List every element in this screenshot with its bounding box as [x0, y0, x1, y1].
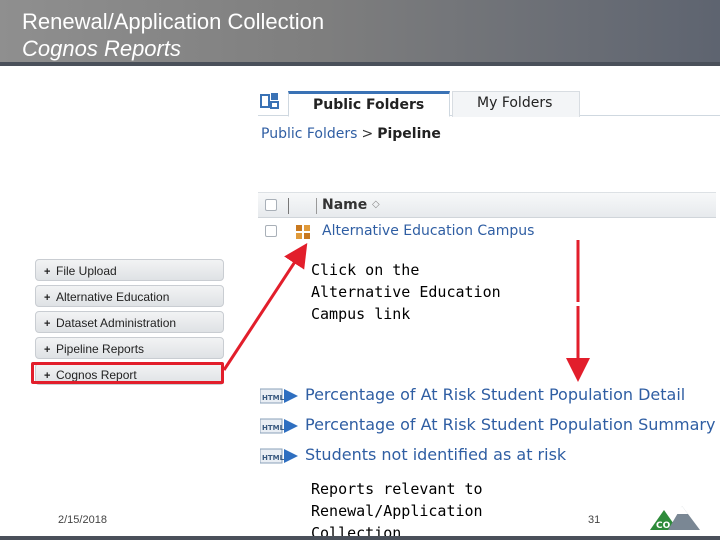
- report-link-not-identified[interactable]: Students not identified as at risk: [305, 445, 566, 464]
- expand-icon: +: [44, 344, 51, 356]
- slide-page-number: 31: [588, 514, 601, 526]
- svg-text:HTML: HTML: [262, 394, 285, 402]
- logo-text: CO: [656, 521, 671, 531]
- html-report-icon: HTML: [260, 448, 298, 464]
- tab-my-folders[interactable]: My Folders: [452, 91, 580, 117]
- slide-header: Renewal/Application Collection Cognos Re…: [0, 0, 720, 66]
- row-checkbox[interactable]: [265, 225, 277, 237]
- slide-title: Renewal/Application Collection: [22, 9, 325, 34]
- content-view-icon[interactable]: [260, 92, 280, 110]
- nav-item-label: Pipeline Reports: [56, 342, 145, 356]
- slide-date: 2/15/2018: [58, 514, 107, 526]
- nav-item-dataset-administration[interactable]: + Dataset Administration: [35, 311, 224, 333]
- select-all-checkbox[interactable]: [265, 199, 277, 211]
- package-icon: [296, 225, 310, 239]
- expand-icon: +: [44, 266, 51, 278]
- svg-text:HTML: HTML: [262, 424, 285, 432]
- svg-text:HTML: HTML: [262, 454, 285, 462]
- click-instruction-callout: Click on the Alternative Education Campu…: [311, 261, 501, 323]
- list-column-header: Name ◇: [258, 192, 716, 218]
- footer-divider: [0, 536, 720, 540]
- list-item: HTML Students not identified as at risk: [258, 444, 718, 468]
- list-item: Alternative Education Campus: [258, 221, 716, 243]
- cde-logo-icon: CO: [650, 506, 700, 531]
- sort-icon[interactable]: ◇: [372, 199, 380, 210]
- column-divider: [316, 198, 317, 214]
- column-divider: [288, 198, 289, 214]
- breadcrumb-public-folders[interactable]: Public Folders: [261, 126, 357, 142]
- highlight-box: [31, 362, 224, 384]
- expand-icon: +: [44, 318, 51, 330]
- nav-item-file-upload[interactable]: + File Upload: [35, 259, 224, 281]
- nav-item-alternative-education[interactable]: + Alternative Education: [35, 285, 224, 307]
- breadcrumb-current: Pipeline: [377, 126, 441, 142]
- nav-item-pipeline-reports[interactable]: + Pipeline Reports: [35, 337, 224, 359]
- arrow-to-folder-link: [222, 242, 308, 371]
- breadcrumb: Public Folders > Pipeline: [261, 126, 441, 142]
- tab-public-folders[interactable]: Public Folders: [288, 91, 450, 117]
- list-item: HTML Percentage of At Risk Student Popul…: [258, 414, 718, 438]
- nav-item-label: Dataset Administration: [56, 316, 177, 330]
- name-column-header[interactable]: Name: [322, 197, 367, 213]
- report-link-summary[interactable]: Percentage of At Risk Student Population…: [305, 415, 715, 434]
- html-report-icon: HTML: [260, 388, 298, 404]
- nav-item-label: File Upload: [56, 264, 117, 278]
- alternative-education-campus-link[interactable]: Alternative Education Campus: [322, 223, 534, 239]
- slide-subtitle: Cognos Reports: [22, 36, 181, 61]
- reports-note-callout: Reports relevant to Renewal/Application …: [311, 480, 483, 540]
- html-report-icon: HTML: [260, 418, 298, 434]
- nav-item-label: Alternative Education: [56, 290, 170, 304]
- list-item: HTML Percentage of At Risk Student Popul…: [258, 384, 718, 408]
- report-link-detail[interactable]: Percentage of At Risk Student Population…: [305, 385, 685, 404]
- header-divider: [0, 62, 720, 66]
- expand-icon: +: [44, 292, 51, 304]
- folder-tabs: Public Folders My Folders: [258, 86, 720, 117]
- breadcrumb-separator: >: [361, 126, 374, 142]
